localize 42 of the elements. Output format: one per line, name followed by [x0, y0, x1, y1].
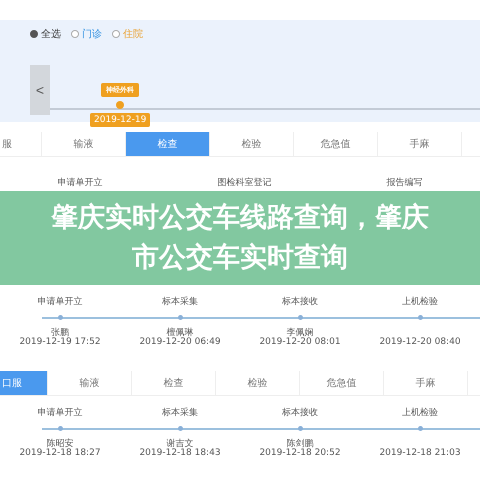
timeline-dot[interactable] [116, 101, 124, 109]
step-label: 报告编写 [386, 177, 422, 190]
step-dot [58, 426, 62, 431]
step-person: 陈昭安 [46, 438, 74, 448]
step-label: 申请单开立 [38, 406, 82, 420]
step-person: 檀佩琳 [166, 326, 194, 337]
step-label: 标本采集 [162, 296, 198, 309]
step-dot [178, 315, 182, 320]
step-label: 标本接收 [282, 296, 318, 309]
step-time: 2019-12-19 17:52 [19, 337, 101, 347]
step-time: 2019-12-20 06:49 [139, 337, 221, 347]
step-time: 2019-12-20 08:01 [259, 337, 341, 347]
step-dot [298, 426, 302, 431]
step-time: 2019-12-18 18:43 [139, 448, 221, 458]
step-label: 申请单开立 [58, 177, 102, 190]
step-label: 上机检验 [402, 406, 438, 420]
step-label: 上机检验 [402, 296, 438, 309]
step-time: 2019-12-20 08:40 [379, 337, 461, 347]
step-label: 标本接收 [282, 406, 318, 420]
step-person: 李佩娴 [286, 326, 314, 337]
date-tag: 2019-12-19 [90, 113, 150, 127]
step-dot [418, 315, 422, 320]
tab[interactable]: 服 [0, 132, 42, 156]
tab[interactable]: 检查 [126, 132, 210, 156]
back-button[interactable]: < [30, 65, 50, 115]
step-person: 陈剑鹏 [286, 438, 314, 448]
step-dot [418, 426, 422, 431]
banner-title: 肇庆实时公交车线路查询，肇庆市公交车实时查询 [50, 201, 430, 275]
filter-radio[interactable]: 全选 [30, 27, 61, 41]
step-label: 图检科室登记 [218, 177, 272, 190]
step-dot [178, 426, 182, 431]
step-dot [58, 315, 62, 320]
step-person: 谢吉文 [166, 438, 194, 448]
step-label: 标本采集 [162, 406, 198, 420]
step-time: 2019-12-18 21:03 [379, 448, 461, 458]
step-person: 张鹏 [51, 326, 69, 337]
tab[interactable]: 口服 [0, 371, 48, 395]
step-time: 2019-12-18 18:27 [19, 448, 101, 458]
step-label: 申请单开立 [38, 296, 82, 309]
filter-radio[interactable]: 门诊 [71, 27, 102, 41]
step-dot [298, 315, 302, 320]
step-time: 2019-12-18 20:52 [259, 448, 341, 458]
